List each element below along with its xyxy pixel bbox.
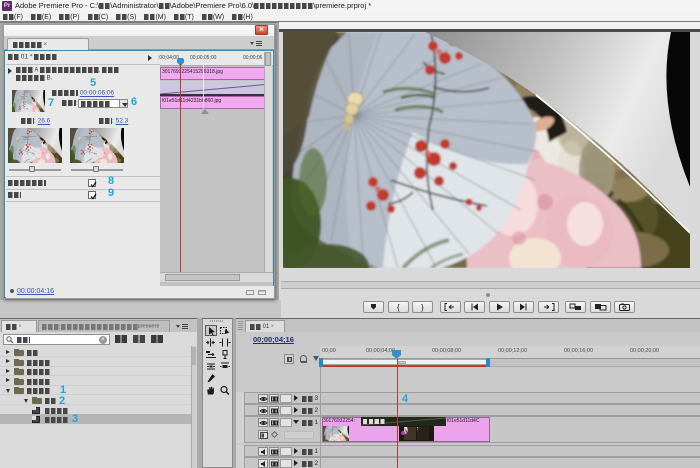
- svg-text:}: }: [421, 303, 424, 312]
- svg-text:{: {: [397, 303, 400, 312]
